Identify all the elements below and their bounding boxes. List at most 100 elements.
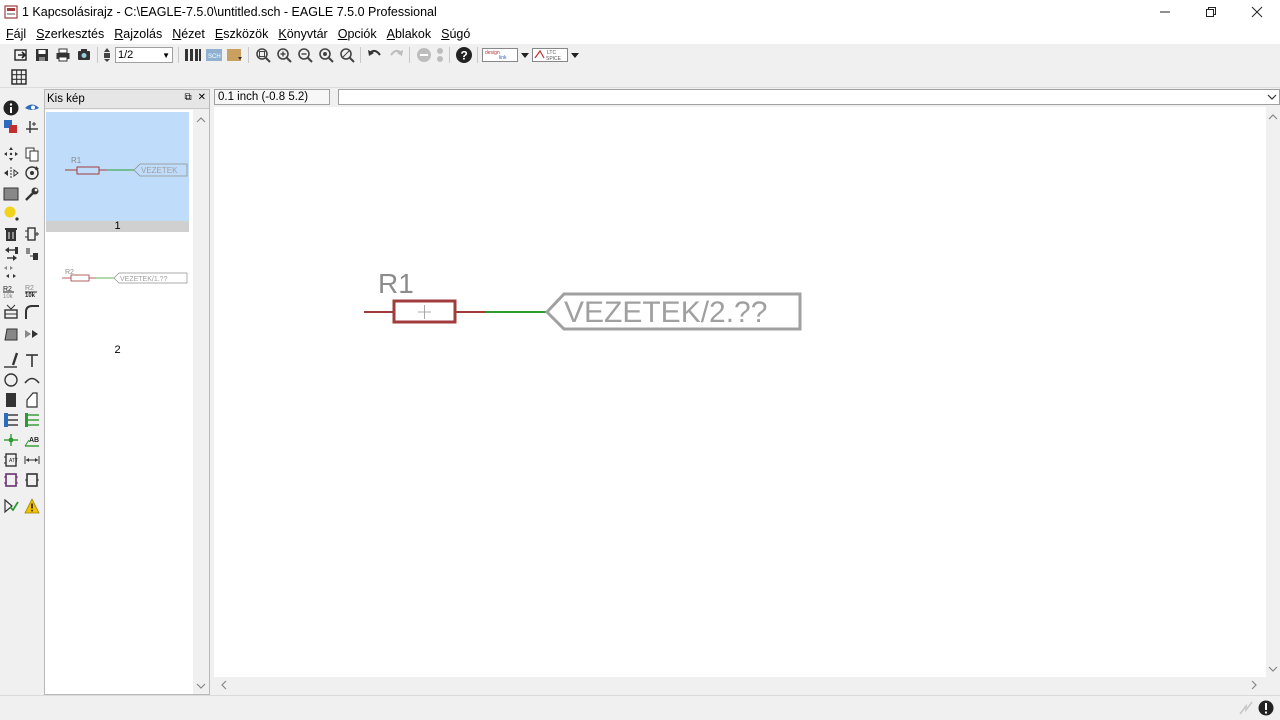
board-button[interactable] [182, 45, 203, 65]
value-button[interactable]: R2 10k [22, 281, 42, 301]
minimize-button[interactable] [1142, 0, 1188, 24]
redo-button[interactable] [385, 45, 406, 65]
open-button[interactable] [10, 45, 31, 65]
toolbar-separator [97, 47, 98, 63]
command-line-input[interactable] [338, 89, 1280, 105]
menu-draw[interactable]: Rajzolás [109, 27, 167, 41]
close-icon [1251, 6, 1263, 18]
module-button[interactable] [22, 470, 42, 490]
show-button[interactable] [22, 98, 42, 118]
circle-button[interactable] [1, 370, 21, 390]
mirror-button[interactable] [1, 163, 21, 183]
close-button[interactable] [1234, 0, 1280, 24]
zoom-out-button[interactable] [294, 45, 315, 65]
sheet-thumbnail-1[interactable]: R1 VEZETEK 1 [46, 112, 189, 232]
frame-button[interactable] [1, 470, 21, 490]
restore-button[interactable] [1188, 0, 1234, 24]
stop-button[interactable] [413, 45, 434, 65]
menu-options[interactable]: Opciók [333, 27, 382, 41]
menu-edit[interactable]: Szerkesztés [31, 27, 109, 41]
menu-library[interactable]: Könyvtár [273, 27, 332, 41]
erc-button[interactable] [1, 496, 21, 516]
miter-button[interactable] [22, 302, 42, 322]
sheet-switch-button[interactable] [101, 45, 113, 65]
add-part-icon [25, 227, 39, 241]
menu-help-label: úgó [449, 27, 471, 41]
split-icon [4, 328, 18, 341]
design-block-button[interactable]: SCH [203, 45, 224, 65]
rect-button[interactable] [1, 390, 21, 410]
sheet-combo[interactable]: 1/2 ▼ [115, 47, 173, 63]
menu-window[interactable]: Ablakok [382, 27, 436, 41]
dimension-icon [24, 456, 40, 464]
cam-button[interactable] [73, 45, 94, 65]
paste-button[interactable] [1, 203, 21, 223]
menu-tools[interactable]: Eszközök [210, 27, 274, 41]
label-ab-icon: AB [24, 437, 39, 447]
change-button[interactable] [22, 184, 42, 204]
label-button[interactable]: AB [22, 430, 42, 450]
smash-button[interactable] [1, 302, 21, 322]
zoom-area-icon [339, 48, 355, 63]
canvas-horizontal-scrollbar[interactable] [214, 677, 1266, 693]
optimize-button[interactable] [22, 324, 42, 344]
wire-button[interactable] [1, 350, 21, 370]
go-button[interactable] [434, 45, 446, 65]
pinswap-icon [5, 247, 18, 261]
delete-button[interactable] [1, 224, 21, 244]
pinswap-button[interactable] [1, 244, 21, 264]
float-icon[interactable]: ⧉ [184, 92, 191, 103]
mark-button[interactable] [22, 117, 42, 137]
dimension-button[interactable] [22, 450, 42, 470]
close-icon[interactable]: ✕ [198, 92, 206, 103]
route-hint-icon[interactable] [1238, 700, 1254, 716]
zoom-fit-button[interactable] [252, 45, 273, 65]
zoom-in-button[interactable] [273, 45, 294, 65]
sheet-thumbnail-2[interactable]: R2 VEZETEK/1.?? 2 [46, 236, 189, 356]
add-button[interactable] [22, 224, 42, 244]
zoom-select-button[interactable] [336, 45, 357, 65]
errors-button[interactable] [22, 496, 42, 516]
attribute-button[interactable]: ATT [1, 450, 21, 470]
undo-button[interactable] [364, 45, 385, 65]
name-button[interactable]: R2 10k [1, 281, 21, 301]
help-button[interactable]: ? [453, 45, 474, 65]
net-button[interactable] [22, 410, 42, 430]
ltspice-button[interactable]: LTC SPICE [531, 45, 569, 65]
text-button[interactable] [22, 350, 42, 370]
group-button[interactable] [1, 184, 21, 204]
move-button[interactable] [1, 144, 21, 164]
info-button[interactable] [1, 98, 21, 118]
rotate-button[interactable] [22, 163, 42, 183]
canvas-vertical-scrollbar[interactable] [1266, 107, 1280, 677]
menu-help[interactable]: Súgó [436, 27, 475, 41]
save-button[interactable] [31, 45, 52, 65]
print-button[interactable] [52, 45, 73, 65]
panel-scrollbar[interactable] [193, 110, 209, 694]
chevron-down-icon [571, 53, 579, 58]
gateswap-button[interactable] [22, 244, 42, 264]
schematic-canvas[interactable]: R1 VEZETEK/2.?? [214, 107, 1266, 677]
menu-view[interactable]: Nézet [167, 27, 210, 41]
error-stop-icon[interactable] [1258, 700, 1274, 716]
copy-button[interactable] [22, 144, 42, 164]
zoom-redraw-button[interactable] [315, 45, 336, 65]
toolbar-separator [178, 47, 179, 63]
split-button[interactable] [1, 324, 21, 344]
junction-button[interactable] [1, 430, 21, 450]
text-t-icon [26, 354, 38, 367]
grid-icon [10, 69, 27, 85]
grid-button[interactable] [8, 67, 29, 87]
arc-button[interactable] [22, 370, 42, 390]
bus-button[interactable] [1, 410, 21, 430]
design-link-button[interactable]: design link [481, 45, 519, 65]
sheet-stack-icon [104, 48, 110, 62]
menu-tools-accel: E [214, 27, 224, 41]
board-toggle-button[interactable] [224, 45, 245, 65]
menu-file[interactable]: Fájl [1, 27, 31, 41]
display-button[interactable] [1, 117, 21, 137]
replace-button[interactable] [1, 262, 21, 282]
ltspice-dropdown[interactable] [569, 45, 581, 65]
design-link-dropdown[interactable] [519, 45, 531, 65]
polygon-button[interactable] [22, 390, 42, 410]
